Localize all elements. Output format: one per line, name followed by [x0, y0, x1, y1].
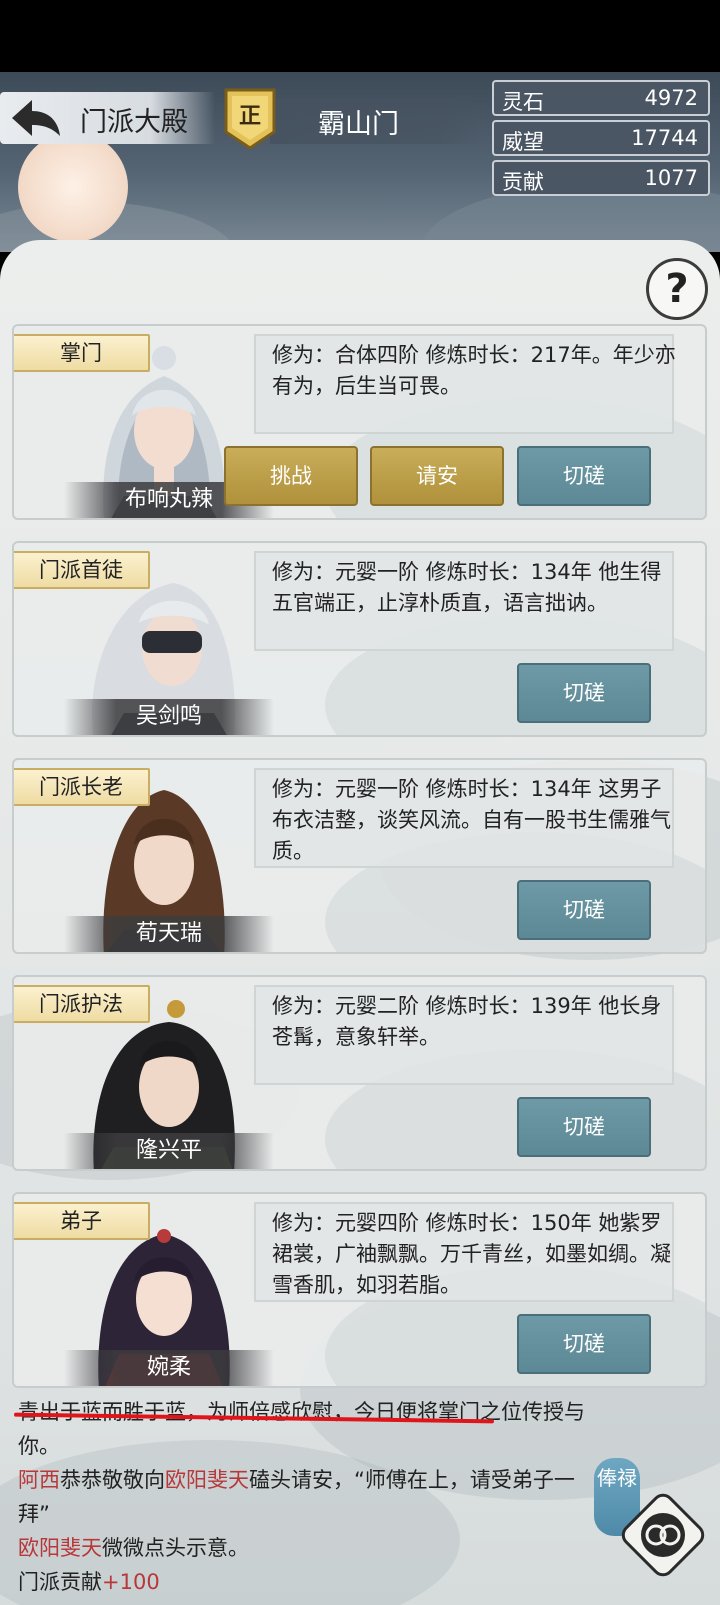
stat-value: 4972: [644, 86, 698, 110]
log-line: 欧阳斐天微微点头示意。: [18, 1531, 588, 1565]
member-description: 修为：合体四阶 修炼时长：217年。年少亦有为，后生当可畏。: [272, 343, 676, 398]
log-value: +100: [102, 1570, 160, 1594]
member-description: 修为：元婴四阶 修炼时长：150年 她紫罗裙裳，广袖飘飘。万千青丝，如墨如绸。凝…: [272, 1211, 671, 1297]
event-log: 青出于蓝而胜于蓝，为师倍感欣慰，今日便将掌门之位传授与你。 阿西恭恭敬敬向欧阳斐…: [18, 1395, 588, 1599]
stat-value: 1077: [644, 166, 698, 190]
stat-label: 灵石: [502, 90, 544, 114]
log-text: 恭恭敬敬向: [60, 1468, 165, 1492]
member-card-protector: 隆兴平 修为：元婴二阶 修炼时长：139年 他长身苍髯，意象轩举。 切磋 门派护…: [12, 975, 707, 1171]
role-tag: 掌门: [14, 334, 150, 372]
log-text: 门派贡献: [18, 1570, 102, 1594]
page-title: 门派大殿: [80, 107, 188, 138]
member-card-disciple: 婉柔 修为：元婴四阶 修炼时长：150年 她紫罗裙裳，广袖飘飘。万千青丝，如墨如…: [12, 1192, 707, 1388]
role-tag: 门派长老: [14, 768, 150, 806]
greet-button[interactable]: 请安: [370, 446, 504, 506]
role-tag: 弟子: [14, 1202, 150, 1240]
coin-icon[interactable]: [618, 1490, 708, 1580]
rank-badge-text: 正: [238, 104, 261, 129]
member-name: 荀天瑞: [64, 916, 274, 952]
stat-label: 威望: [502, 130, 544, 154]
member-name: 隆兴平: [64, 1133, 274, 1169]
stat-contribution: 贡献 1077: [492, 160, 710, 196]
log-line: 青出于蓝而胜于蓝，为师倍感欣慰，今日便将掌门之位传授与你。: [18, 1400, 585, 1458]
log-line: 阿西恭恭敬敬向欧阳斐天磕头请安，“师傅在上，请受弟子一拜”: [18, 1463, 588, 1531]
member-card-elder: 荀天瑞 修为：元婴一阶 修炼时长：134年 这男子布衣洁整，谈笑风流。自有一股书…: [12, 758, 707, 954]
sect-name: 霸山门: [318, 109, 399, 140]
role-tag: 门派首徒: [14, 551, 150, 589]
challenge-button[interactable]: 挑战: [224, 446, 358, 506]
member-card-leader: 布响丸辣 修为：合体四阶 修炼时长：217年。年少亦有为，后生当可畏。 挑战 请…: [12, 324, 707, 520]
help-button[interactable]: ?: [646, 258, 708, 320]
member-description: 修为：元婴一阶 修炼时长：134年 这男子布衣洁整，谈笑风流。自有一股书生儒雅气…: [272, 777, 671, 863]
member-name: 吴剑鸣: [64, 699, 274, 735]
member-description: 修为：元婴一阶 修炼时长：134年 他生得五官端正，止淳朴质直，语言拙讷。: [272, 560, 662, 615]
log-character-name: 欧阳斐天: [18, 1536, 102, 1560]
stat-value: 17744: [631, 126, 698, 150]
spar-button[interactable]: 切磋: [517, 880, 651, 940]
spar-button[interactable]: 切磋: [517, 446, 651, 506]
back-arrow-icon[interactable]: [10, 98, 62, 138]
role-tag: 门派护法: [14, 985, 150, 1023]
member-card-chief-disciple: 吴剑鸣 修为：元婴一阶 修炼时长：134年 他生得五官端正，止淳朴质直，语言拙讷…: [12, 541, 707, 737]
member-name: 婉柔: [64, 1350, 274, 1386]
member-description: 修为：元婴二阶 修炼时长：139年 他长身苍髯，意象轩举。: [272, 994, 662, 1049]
log-character-name: 欧阳斐天: [165, 1468, 249, 1492]
stat-spirit-stones: 灵石 4972: [492, 80, 710, 116]
spar-button[interactable]: 切磋: [517, 1314, 651, 1374]
spar-button[interactable]: 切磋: [517, 663, 651, 723]
spar-button[interactable]: 切磋: [517, 1097, 651, 1157]
log-line: 门派贡献+100: [18, 1565, 588, 1599]
log-character-name: 阿西: [18, 1468, 60, 1492]
sun-decoration: [18, 132, 128, 242]
stat-prestige: 威望 17744: [492, 120, 710, 156]
stat-label: 贡献: [502, 170, 544, 194]
status-bar: [0, 0, 720, 72]
log-text: 微微点头示意。: [102, 1536, 249, 1560]
